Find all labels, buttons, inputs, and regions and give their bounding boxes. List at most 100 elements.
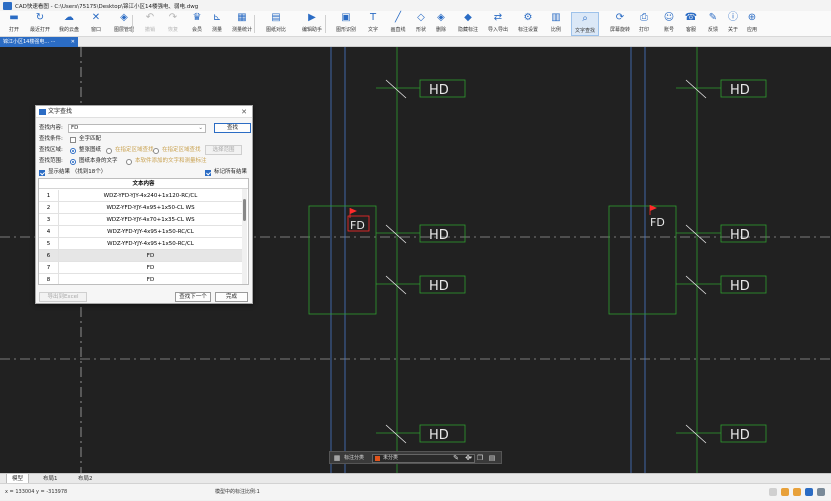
move-icon[interactable]: ✥ [463, 453, 473, 463]
toolbar-button-15[interactable]: ◇ 形状 [410, 12, 432, 36]
toolbar-button-22[interactable]: ⟳ 屏幕旋转 [606, 12, 634, 36]
show-results-label: 显示结果 （找到18个） [48, 169, 107, 175]
row-number: 2 [39, 202, 59, 214]
scrollbar-thumb[interactable] [243, 199, 246, 221]
toolbar-button-10[interactable]: ▤ 图纸对比 [262, 12, 290, 36]
document-tab[interactable]: 锦江小区14楼强电... ··· ✕ [0, 37, 78, 47]
toolbar-button-18[interactable]: ⇄ 导入导出 [484, 12, 512, 36]
table-row[interactable]: 3 WDZ-YFD-YJY-4x70+1x35-CL WS [39, 214, 242, 226]
table-row[interactable]: 4 WDZ-YFD-YJY-4x95+1x50-RC/CL [39, 226, 242, 238]
snap-icon[interactable] [769, 488, 777, 496]
area-specified-radio-2[interactable] [153, 147, 159, 154]
search-label: 查找内容: [39, 125, 63, 131]
grid-toggle-icon[interactable] [793, 488, 801, 496]
toolbar-button-25[interactable]: ☎ 客服 [680, 12, 702, 36]
toolbar-button-label: 客服 [685, 27, 696, 33]
text-icon: T [369, 12, 377, 23]
toolbar-button-label: 撤销 [144, 27, 155, 33]
row-number: 4 [39, 226, 59, 238]
row-number: 7 [39, 262, 59, 274]
area-option-label: 整张图纸 [79, 147, 102, 153]
table-row[interactable]: 1 WDZ-YFD-YJY-4x240+1x120-RC/CL [39, 190, 242, 202]
toolbar-button-28[interactable]: ⊕ 应用 [741, 12, 763, 36]
done-button[interactable]: 完成 [215, 292, 248, 302]
edit-icon[interactable]: ✎ [451, 453, 461, 463]
close-icon[interactable]: ✕ [71, 37, 75, 47]
edit-assistant-icon: ▶ [308, 12, 316, 23]
results-scrollbar[interactable] [242, 189, 247, 284]
toolbar-button-8[interactable]: ⊾ 测量 [206, 12, 228, 36]
fd-label[interactable]: FD [650, 216, 665, 229]
table-row[interactable]: 6 FD [39, 250, 242, 262]
fd-label-highlighted[interactable]: FD [350, 219, 365, 232]
show-results-checkbox[interactable] [39, 169, 45, 176]
layout-tabs: 模型 布局1 布局2 [0, 473, 831, 484]
toolbar-button-21[interactable]: ⌕ 文字查找 [571, 12, 599, 36]
export-excel-button[interactable]: 导出到Excel [39, 292, 87, 302]
table-row[interactable]: 5 WDZ-YFD-YJY-4x95+1x50-RC/CL [39, 238, 242, 250]
find-next-button[interactable]: 查找下一个 [175, 292, 211, 302]
toolbar-button-9[interactable]: ▦ 测量统计 [228, 12, 256, 36]
toolbar-button-2[interactable]: ☁ 我的云盘 [55, 12, 83, 36]
toolbar-button-16[interactable]: ◈ 删除 [430, 12, 452, 36]
paste-icon[interactable]: ▤ [487, 453, 497, 463]
close-icon[interactable]: ✕ [241, 106, 247, 118]
toolbar-button-13[interactable]: T 文字 [362, 12, 384, 36]
toolbar-button-26[interactable]: ✎ 反馈 [702, 12, 724, 36]
toolbar-button-label: 导入导出 [487, 27, 508, 33]
toolbar-button-12[interactable]: ▣ 图形识别 [332, 12, 360, 36]
cloud-icon: ☁ [64, 12, 74, 23]
select-area-button[interactable]: 选择范围 [205, 145, 242, 155]
table-row[interactable]: 2 WDZ-YFD-YJY-4x95+1x50-CL WS [39, 202, 242, 214]
title-bar: CAD快速看图 - C:\Users\75175\Desktop\锦江小区14楼… [0, 0, 831, 11]
row-text: FD [146, 265, 155, 271]
toolbar-button-4[interactable]: ◈ 图层管理 [110, 12, 138, 36]
toolbar-button-7[interactable]: ♛ 会员 [186, 12, 208, 36]
dialog-title-bar[interactable]: 文字查找 ✕ [36, 106, 252, 118]
support-icon: ☎ [684, 12, 698, 23]
text-search-icon: ⌕ [582, 13, 588, 24]
mark-all-checkbox[interactable] [205, 169, 211, 176]
toolbar-button-19[interactable]: ⚙ 标注设置 [514, 12, 542, 36]
toolbar-button-label: 会员 [191, 27, 202, 33]
toolbar-button-label: 图形识别 [335, 27, 356, 33]
table-row[interactable]: 7 FD [39, 262, 242, 274]
settings-icon[interactable] [817, 488, 825, 496]
main-toolbar: ▬ 打开 ↻ 最近打开 ☁ 我的云盘 ✕ 窗口 ◈ 图层管理 ↶ 撤销 ↷ 恢复 ♛ 会员 ⊾ 测量 ▦ 测量统计 ▤ 图… [0, 11, 831, 37]
toolbar-button-label: 图纸对比 [265, 27, 286, 33]
red-flag-marker-icon [649, 205, 657, 215]
copy-icon[interactable]: ❐ [475, 453, 485, 463]
grid-icon[interactable]: ▦ [332, 453, 342, 463]
toolbar-button-3[interactable]: ✕ 窗口 [85, 12, 107, 36]
full-match-checkbox[interactable] [70, 136, 76, 143]
row-text: FD [146, 277, 155, 283]
toolbar-button-label: 编辑助手 [301, 27, 322, 33]
table-row[interactable]: 8 FD [39, 274, 242, 284]
toolbar-button-23[interactable]: ⎙ 打印 [633, 12, 655, 36]
range-drawing-text-radio[interactable] [70, 158, 76, 165]
ortho-icon[interactable] [781, 488, 789, 496]
toolbar-button-1[interactable]: ↻ 最近打开 [26, 12, 54, 36]
toolbar-button-14[interactable]: ╱ 画直线 [384, 12, 412, 36]
search-button[interactable]: 查找 [214, 123, 251, 133]
toolbar-button-24[interactable]: ☺ 账号 [658, 12, 680, 36]
toolbar-button-0[interactable]: ▬ 打开 [3, 12, 25, 36]
account-icon: ☺ [663, 12, 675, 23]
row-text: FD [146, 253, 155, 259]
toolbar-button-5[interactable]: ↶ 撤销 [139, 12, 161, 36]
toolbar-button-6[interactable]: ↷ 恢复 [162, 12, 184, 36]
range-software-text-radio[interactable] [126, 158, 132, 165]
toolbar-button-20[interactable]: ▥ 比例 [545, 12, 567, 36]
area-option-label: 在指定区域查找 [162, 147, 201, 153]
layer-toggle-icon[interactable] [805, 488, 813, 496]
toolbar-button-17[interactable]: ◆ 隐藏标注 [454, 12, 482, 36]
hd-label: HD [429, 428, 449, 443]
search-input[interactable]: FD ⌄ [68, 124, 206, 133]
area-specified-radio[interactable] [106, 147, 112, 154]
layers-icon: ◈ [120, 12, 128, 23]
hd-label: HD [730, 228, 750, 243]
toolbar-button-11[interactable]: ▶ 编辑助手 [298, 12, 326, 36]
range-option-label: 图纸本身的文字 [79, 158, 118, 164]
area-whole-drawing-radio[interactable] [70, 147, 76, 154]
toolbar-button-label: 最近打开 [29, 27, 50, 33]
